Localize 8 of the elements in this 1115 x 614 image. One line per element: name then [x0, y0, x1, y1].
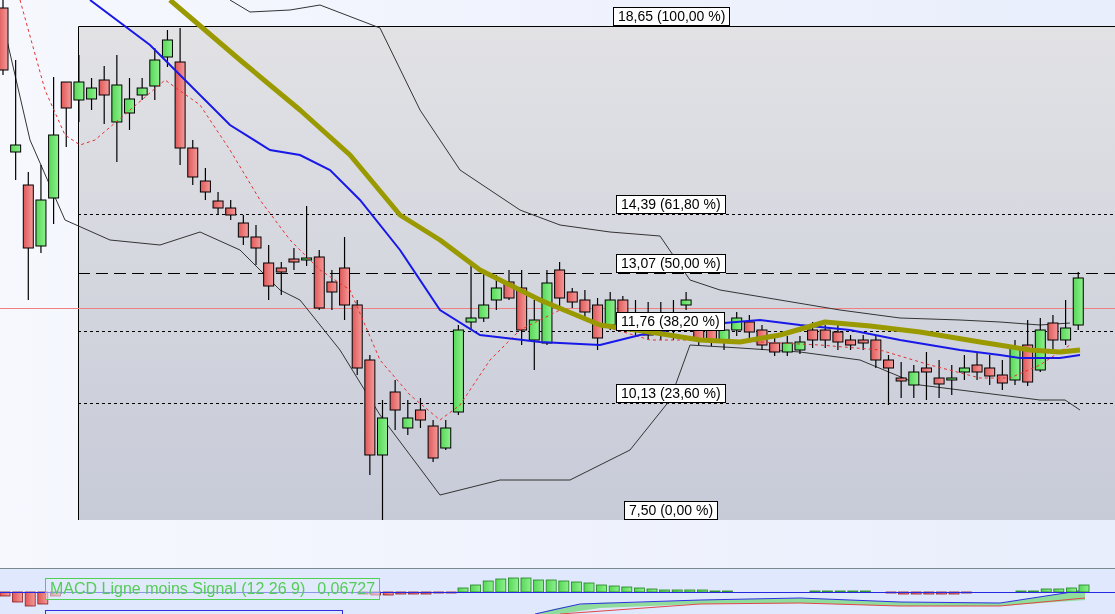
fib-level-label: 10,13 (23,60 %) [616, 384, 726, 403]
fib-level-label: 14,39 (61,80 %) [616, 195, 726, 214]
fib-level-label: 13,07 (50,00 %) [616, 254, 726, 273]
fib-level-label: 7,50 (0,00 %) [624, 501, 719, 520]
fib-level-label: 11,76 (38,20 %) [616, 312, 725, 331]
indicator-value: 0,06727 [317, 580, 376, 598]
fib-level-label: 18,65 (100,00 %) [613, 7, 731, 26]
indicator-name: MACD Ligne moins Signal (12 26 9) [50, 580, 306, 598]
